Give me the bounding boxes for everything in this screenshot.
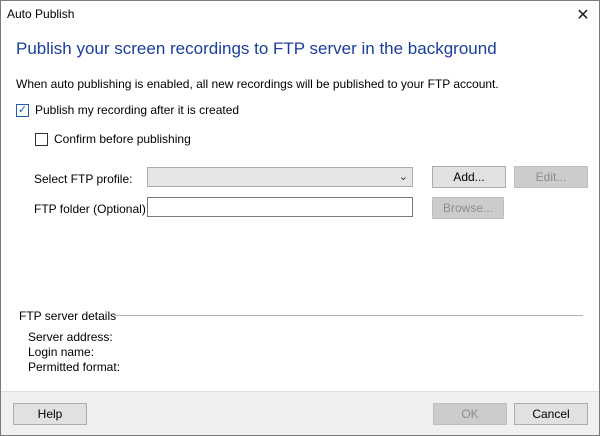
confirm-before-publishing-option[interactable]: Confirm before publishing [35, 132, 191, 146]
ftp-profile-select[interactable]: ⌄ [147, 167, 413, 187]
publish-after-created-checkbox[interactable]: ✓ [16, 103, 29, 117]
publish-after-created-label: Publish my recording after it is created [35, 103, 240, 117]
window-title: Auto Publish [7, 7, 75, 21]
ftp-profile-label: Select FTP profile: [34, 172, 133, 186]
ftp-folder-label: FTP folder (Optional): [34, 202, 150, 216]
dialog-footer: Help OK Cancel [1, 391, 599, 435]
publish-after-created-option[interactable]: ✓ Publish my recording after it is creat… [16, 103, 239, 117]
close-icon: ✕ [576, 6, 590, 24]
login-name-label: Login name: [28, 345, 95, 359]
add-profile-button[interactable]: Add... [432, 166, 506, 188]
help-button[interactable]: Help [13, 403, 87, 425]
browse-button[interactable]: Browse... [432, 197, 504, 219]
check-icon: ✓ [17, 103, 28, 116]
title-bar[interactable]: Auto Publish ✕ [1, 1, 599, 28]
description-text: When auto publishing is enabled, all new… [16, 77, 499, 91]
ftp-folder-input[interactable] [147, 197, 413, 217]
ok-button[interactable]: OK [433, 403, 507, 425]
auto-publish-dialog: Auto Publish ✕ Publish your screen recor… [0, 0, 600, 436]
cancel-button[interactable]: Cancel [514, 403, 588, 425]
chevron-down-icon: ⌄ [398, 171, 408, 183]
page-heading: Publish your screen recordings to FTP se… [16, 39, 497, 58]
server-address-label: Server address: [28, 330, 113, 344]
close-button[interactable]: ✕ [567, 1, 599, 28]
group-divider [115, 315, 583, 316]
confirm-before-publishing-label: Confirm before publishing [54, 132, 191, 146]
confirm-before-publishing-checkbox[interactable] [35, 132, 48, 146]
edit-profile-button[interactable]: Edit... [514, 166, 588, 188]
permitted-format-label: Permitted format: [28, 360, 121, 374]
ftp-server-details-label: FTP server details [19, 309, 117, 323]
